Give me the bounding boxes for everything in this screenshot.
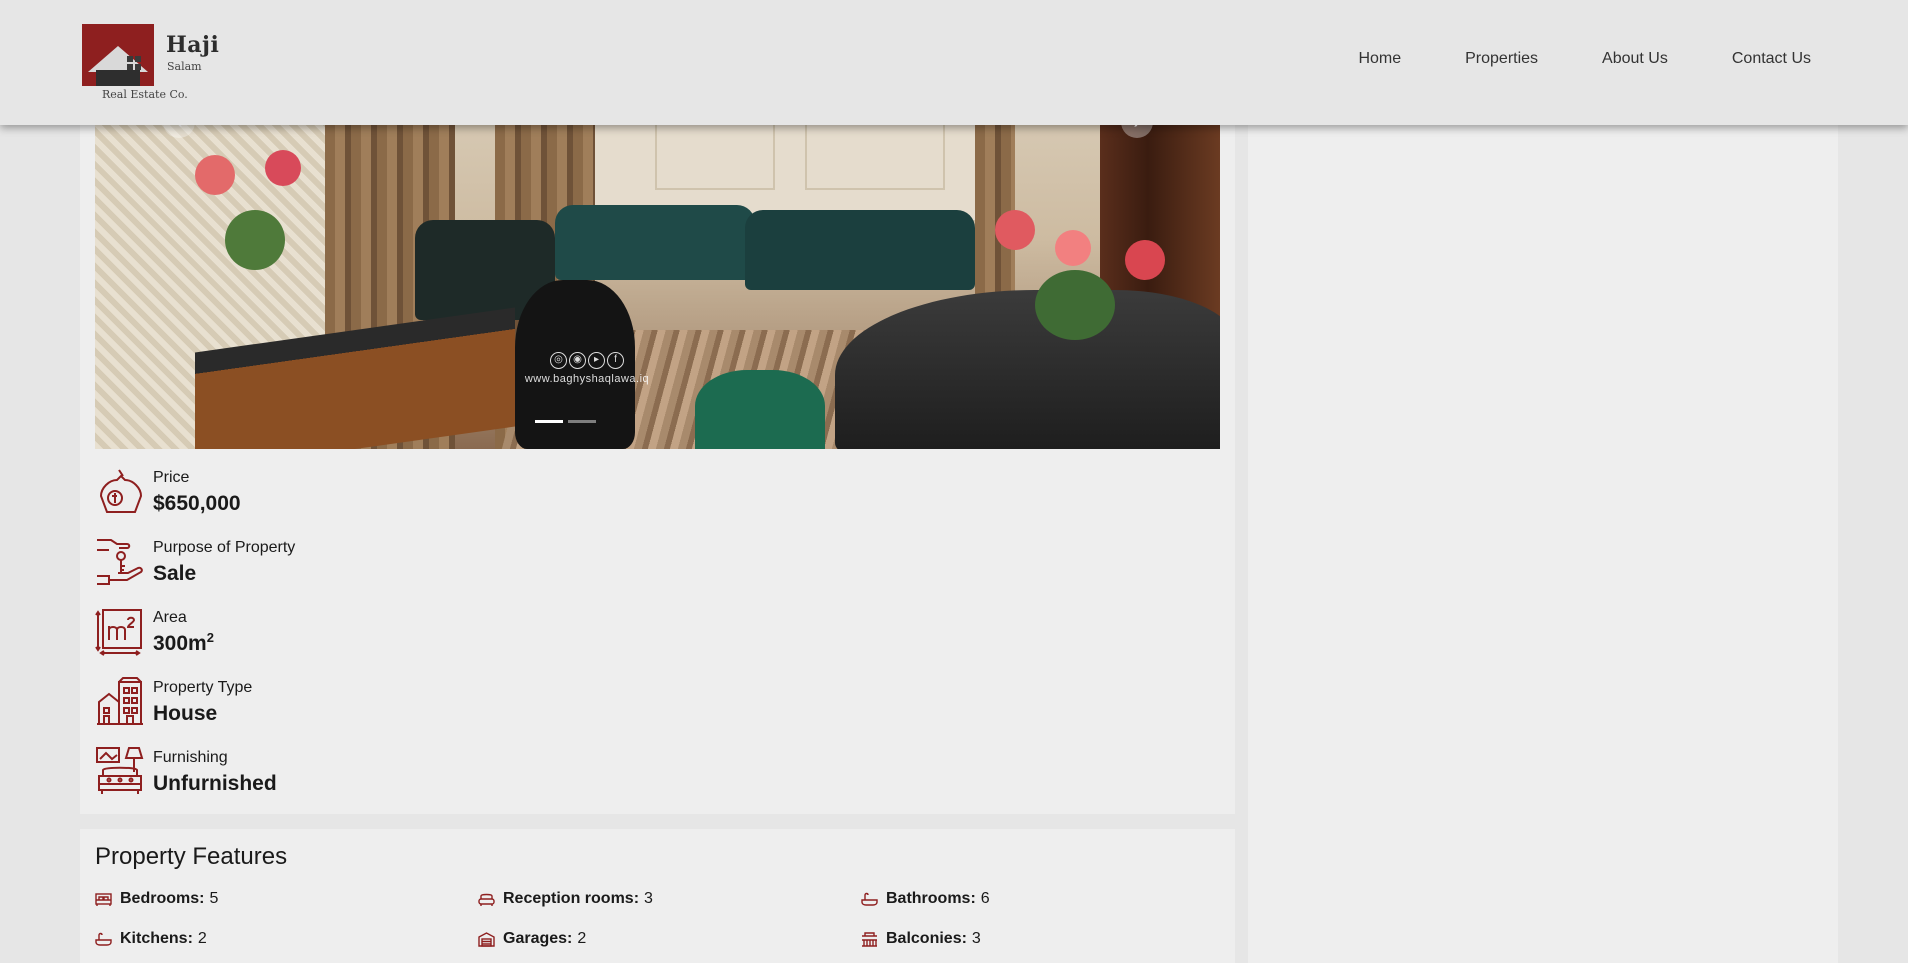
feature-bathrooms: Bathrooms: 6: [861, 890, 990, 908]
sofa-icon: [478, 893, 495, 906]
nav-home[interactable]: Home: [1358, 50, 1401, 68]
features-title: Property Features: [95, 843, 288, 870]
brand-tagline: Real Estate Co.: [102, 88, 188, 101]
area-unit-sup: 2: [206, 630, 214, 645]
sidebar-panel: [1248, 100, 1838, 963]
garage-icon: [478, 931, 495, 947]
feature-value: 3: [971, 930, 981, 947]
bed-icon: [95, 892, 112, 906]
nav-about-us[interactable]: About Us: [1602, 50, 1668, 68]
buildings-icon: [97, 677, 143, 725]
feature-label: Bathrooms:: [886, 890, 976, 907]
feature-kitchens: Kitchens: 2: [95, 930, 207, 948]
brand-logo[interactable]: Haji Salam Real Estate Co.: [80, 24, 219, 104]
kitchen-icon: [95, 932, 112, 946]
globe-icon: ◎: [550, 352, 567, 369]
property-type-label: Property Type: [153, 679, 253, 696]
feature-value: 5: [209, 890, 219, 907]
furniture-icon: [96, 747, 144, 794]
price-label: Price: [153, 469, 190, 486]
area-value: 300m2: [153, 630, 214, 656]
photo-watermark: ◎ ◉ ▸ f www.baghyshaqlawa.iq: [487, 352, 687, 385]
furnishing-label: Furnishing: [153, 749, 228, 766]
property-type-value: House: [153, 702, 218, 725]
feature-balconies: Balconies: 3: [861, 930, 981, 948]
site-header: Haji Salam Real Estate Co. Home Properti…: [0, 0, 1908, 125]
main-nav: Home Properties About Us Contact Us: [1294, 50, 1811, 68]
area-m2-icon: [95, 609, 142, 656]
feature-label: Bedrooms:: [120, 890, 205, 907]
nav-contact-us[interactable]: Contact Us: [1732, 50, 1811, 68]
brand-sub: Salam: [167, 60, 202, 73]
hand-key-icon: [97, 539, 143, 585]
purpose-label: Purpose of Property: [153, 539, 296, 556]
house-logo-icon: [82, 24, 154, 86]
area-number: 300m: [153, 632, 207, 655]
feature-value: 2: [577, 930, 587, 947]
nav-properties[interactable]: Properties: [1465, 50, 1538, 68]
bathtub-icon: [861, 892, 878, 906]
feature-reception-rooms: Reception rooms: 3: [478, 890, 653, 908]
facebook-icon: f: [607, 352, 624, 369]
feature-garages: Garages: 2: [478, 930, 586, 948]
price-value: $650,000: [153, 492, 241, 515]
carousel-indicators: [535, 420, 596, 423]
property-photo-carousel[interactable]: ‹ › ◎ ◉ ▸ f www.baghyshaqlawa.iq: [95, 100, 1220, 449]
carousel-indicator-2[interactable]: [568, 420, 596, 423]
feature-label: Garages:: [503, 930, 573, 947]
feature-label: Reception rooms:: [503, 890, 640, 907]
area-label: Area: [153, 609, 187, 626]
watermark-url: www.baghyshaqlawa.iq: [524, 373, 650, 385]
youtube-icon: ▸: [588, 352, 605, 369]
purpose-value: Sale: [153, 562, 197, 585]
feature-label: Kitchens:: [120, 930, 193, 947]
feature-value: 6: [980, 890, 990, 907]
balcony-icon: [862, 931, 877, 947]
furnishing-value: Unfurnished: [153, 772, 277, 795]
instagram-icon: ◉: [569, 352, 586, 369]
feature-label: Balconies:: [886, 930, 967, 947]
money-bag-icon: [99, 469, 143, 513]
feature-bedrooms: Bedrooms: 5: [95, 890, 218, 908]
feature-value: 3: [644, 890, 653, 907]
feature-value: 2: [197, 930, 207, 947]
brand-name: Haji: [166, 32, 220, 58]
carousel-indicator-1[interactable]: [535, 420, 563, 423]
